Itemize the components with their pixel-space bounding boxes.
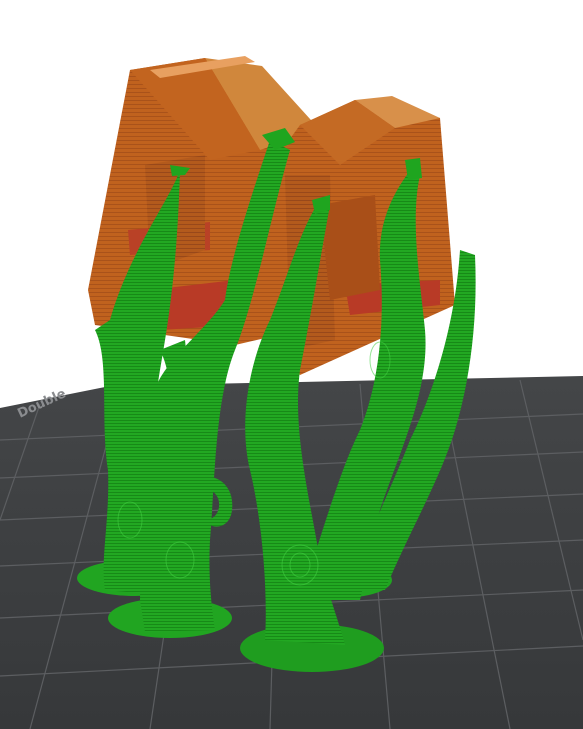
slice-preview-scene[interactable]: Double xyxy=(0,0,583,729)
3d-viewport[interactable]: Double xyxy=(0,0,583,729)
